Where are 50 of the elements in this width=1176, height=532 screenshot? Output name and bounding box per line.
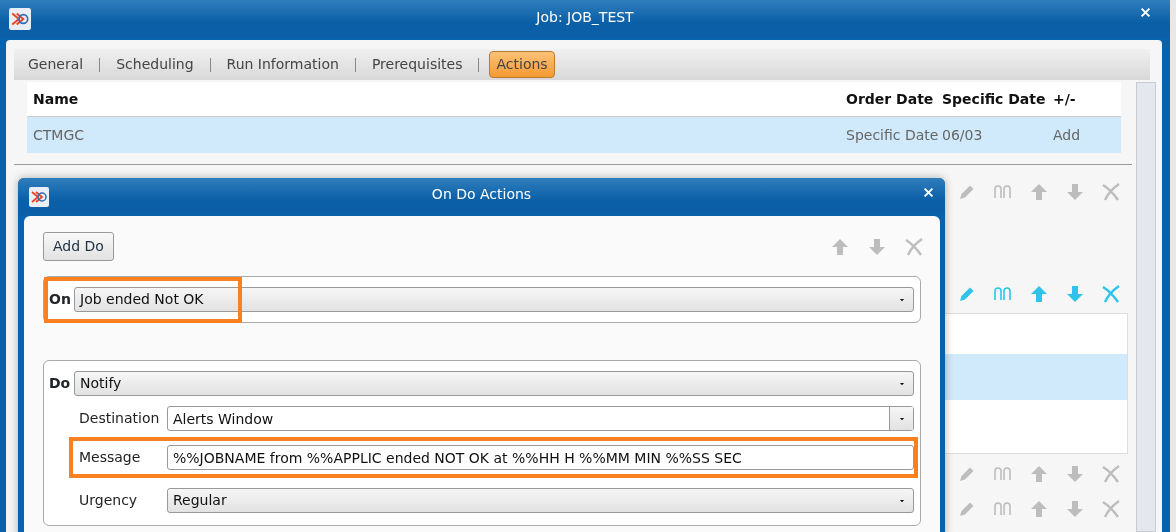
arrow-up-icon[interactable] <box>830 236 850 257</box>
table-row[interactable]: CTMGC Specific Date 06/03 Add <box>27 117 1121 153</box>
arrow-down-icon[interactable] <box>1065 463 1085 484</box>
app-icon <box>9 8 31 30</box>
field-label: Message <box>79 448 142 467</box>
column-header: Specific Date <box>941 89 1047 109</box>
field-label: On <box>48 290 72 309</box>
delete-icon[interactable] <box>1101 498 1121 519</box>
field-label: Urgency <box>79 491 139 510</box>
caret-icon <box>897 296 907 303</box>
app-icon <box>29 187 49 207</box>
window-title: Job: JOB_TEST <box>536 8 634 27</box>
column-header: +/- <box>1052 89 1077 109</box>
tab[interactable]: Actions <box>489 51 555 78</box>
do-select[interactable]: Notify <box>74 371 914 396</box>
caret-icon <box>897 497 907 504</box>
input-field[interactable]: %%JOBNAME from %%APPLIC ended NOT OK at %%HH H %%MM MIN %%SS SEC <box>167 445 914 470</box>
on-select[interactable]: Job ended Not OK <box>74 287 914 312</box>
tab[interactable]: General <box>22 52 90 77</box>
arrow-up-icon[interactable] <box>1029 498 1049 519</box>
delete-icon[interactable] <box>1101 283 1121 304</box>
table-cell-text: Add <box>1052 125 1082 145</box>
arrow-down-icon[interactable] <box>867 236 887 257</box>
scrollbar[interactable] <box>1136 82 1156 532</box>
arrow-down-icon[interactable] <box>1065 283 1085 304</box>
column-header: Order Date <box>846 89 935 109</box>
arrow-up-icon[interactable] <box>1029 181 1049 202</box>
tab[interactable]: Run Information <box>220 52 345 77</box>
urgency-select[interactable]: Regular <box>167 488 914 513</box>
arrow-down-icon[interactable] <box>1065 498 1085 519</box>
field-label: Do <box>48 374 72 393</box>
column-header: Name <box>32 89 80 109</box>
delete-icon[interactable] <box>904 236 924 257</box>
add-do-button[interactable]: Add Do <box>43 232 114 261</box>
close-button[interactable] <box>1139 6 1152 19</box>
delete-icon[interactable] <box>1101 463 1121 484</box>
field-label: Destination <box>79 409 161 428</box>
table-cell-text: Specific Date <box>846 125 938 145</box>
dialog-title: On Do Actions <box>431 185 532 204</box>
close-button[interactable] <box>922 186 935 199</box>
arrow-up-icon[interactable] <box>1029 463 1049 484</box>
destination-combo[interactable]: Alerts Window <box>167 406 914 431</box>
arrow-up-icon[interactable] <box>1029 283 1049 304</box>
tab[interactable]: Prerequisites <box>365 52 469 77</box>
delete-icon[interactable] <box>1101 181 1121 202</box>
tab[interactable]: Scheduling <box>110 52 200 77</box>
arrow-down-icon[interactable] <box>1065 181 1085 202</box>
table-cell-text: 06/03 <box>941 125 984 145</box>
caret-icon <box>897 380 907 387</box>
table-cell-text: CTMGC <box>32 125 86 145</box>
